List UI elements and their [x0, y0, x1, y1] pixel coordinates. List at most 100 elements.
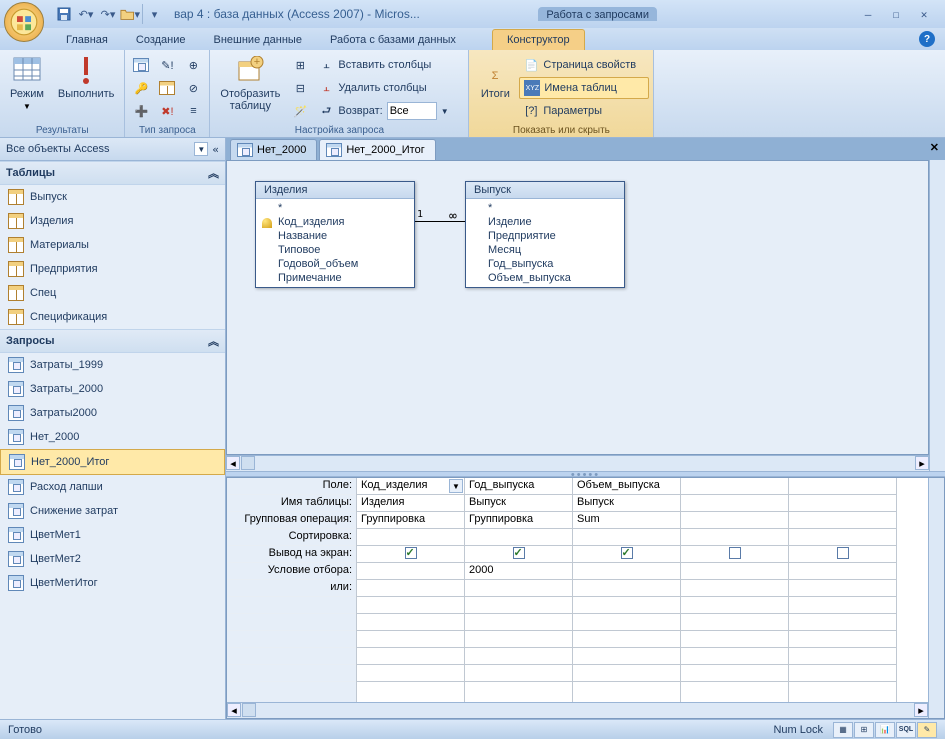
tab-create[interactable]: Создание: [122, 30, 200, 50]
table-box-vypusk[interactable]: Выпуск *ИзделиеПредприятиеМесяцГод_выпус…: [465, 181, 625, 288]
query-type-datadef-icon[interactable]: ≡: [181, 100, 205, 122]
nav-item-query[interactable]: Затраты_1999: [0, 353, 225, 377]
query-type-union-icon[interactable]: ⊕: [181, 54, 205, 76]
close-document-button[interactable]: ✕: [930, 141, 939, 154]
query-type-append-icon[interactable]: ➕: [129, 100, 153, 122]
nav-item-table[interactable]: Предприятия: [0, 257, 225, 281]
relationship-pane[interactable]: Изделия *Код_изделияНазваниеТиповоеГодов…: [226, 160, 929, 455]
query-type-select-icon[interactable]: [129, 54, 153, 76]
builder-button[interactable]: 🪄: [288, 100, 312, 122]
nav-group-tables[interactable]: Таблицы︽: [0, 161, 225, 185]
table-names-button[interactable]: XYZИмена таблиц: [519, 77, 649, 99]
property-sheet-button[interactable]: 📄Страница свойств: [519, 54, 649, 76]
doc-tab-1[interactable]: Нет_2000: [230, 139, 317, 160]
save-icon[interactable]: [54, 4, 74, 24]
nav-item-query[interactable]: Нет_2000_Итог: [0, 449, 225, 475]
nav-item-query[interactable]: Расход лапши: [0, 475, 225, 499]
show-table-button[interactable]: + Отобразить таблицу: [214, 52, 286, 114]
field-item[interactable]: Предприятие: [466, 229, 624, 243]
minimize-button[interactable]: —: [857, 6, 879, 22]
office-button[interactable]: [4, 2, 44, 42]
nav-group-queries[interactable]: Запросы︽: [0, 329, 225, 353]
nav-item-query[interactable]: Затраты_2000: [0, 377, 225, 401]
grid-column[interactable]: Объем_выпускаВыпускSum: [573, 478, 681, 702]
nav-collapse-button[interactable]: «: [212, 143, 219, 156]
close-button[interactable]: ✕: [913, 6, 935, 22]
field-item[interactable]: *: [466, 201, 624, 215]
nav-item-query[interactable]: ЦветМет1: [0, 523, 225, 547]
redo-icon[interactable]: ↷▾: [98, 4, 118, 24]
show-checkbox[interactable]: [405, 547, 417, 559]
nav-item-table[interactable]: Изделия: [0, 209, 225, 233]
delete-columns-button[interactable]: ⫠Удалить столбцы: [314, 77, 464, 99]
grid-column[interactable]: Код_изделия▼ИзделияГруппировка: [357, 478, 465, 702]
qat-menu-icon[interactable]: ▾: [142, 4, 162, 24]
grid-column[interactable]: [681, 478, 789, 702]
nav-item-query[interactable]: ЦветМет2: [0, 547, 225, 571]
tab-external-data[interactable]: Внешние данные: [200, 30, 316, 50]
run-button[interactable]: Выполнить: [52, 52, 120, 102]
field-item[interactable]: Название: [256, 229, 414, 243]
insert-columns-button[interactable]: ⫠Вставить столбцы: [314, 54, 464, 76]
titlebar: ↶▾ ↷▾ ▾ ▾ вар 4 : база данных (Access 20…: [0, 0, 945, 28]
view-design-icon[interactable]: ✎: [917, 722, 937, 738]
maximize-button[interactable]: ☐: [885, 6, 907, 22]
field-item[interactable]: Объем_выпуска: [466, 271, 624, 285]
nav-item-query[interactable]: ЦветМетИтог: [0, 571, 225, 595]
field-item[interactable]: *: [256, 201, 414, 215]
nav-filter-dropdown[interactable]: ▼: [194, 142, 208, 156]
nav-item-query[interactable]: Снижение затрат: [0, 499, 225, 523]
field-item[interactable]: Изделие: [466, 215, 624, 229]
tab-design[interactable]: Конструктор: [492, 29, 585, 50]
query-type-crosstab-icon[interactable]: [155, 77, 179, 99]
nav-header[interactable]: Все объекты Access ▼ «: [0, 138, 225, 161]
totals-button[interactable]: Σ Итоги: [473, 52, 517, 102]
open-icon[interactable]: ▾: [120, 4, 140, 24]
insert-rows-button[interactable]: ⊞: [288, 54, 312, 76]
field-item[interactable]: Год_выпуска: [466, 257, 624, 271]
view-pivotchart-icon[interactable]: 📊: [875, 722, 895, 738]
delete-rows-button[interactable]: ⊟: [288, 77, 312, 99]
show-checkbox[interactable]: [729, 547, 741, 559]
relationship-line[interactable]: [415, 221, 465, 222]
query-type-delete-icon[interactable]: ✖!: [155, 100, 179, 122]
nav-item-table[interactable]: Спецификация: [0, 305, 225, 329]
query-type-update-icon[interactable]: ✎!: [155, 54, 179, 76]
splitter[interactable]: [226, 471, 945, 477]
v-scrollbar-bottom[interactable]: [928, 478, 944, 718]
builder-icon: 🪄: [292, 103, 308, 119]
view-pivottable-icon[interactable]: ⊞: [854, 722, 874, 738]
nav-item-table[interactable]: Выпуск: [0, 185, 225, 209]
show-checkbox[interactable]: [621, 547, 633, 559]
show-checkbox[interactable]: [513, 547, 525, 559]
dropdown-icon[interactable]: ▼: [449, 479, 463, 493]
tab-database-tools[interactable]: Работа с базами данных: [316, 30, 470, 50]
field-item[interactable]: Примечание: [256, 271, 414, 285]
view-sql-icon[interactable]: SQL: [896, 722, 916, 738]
grid-column[interactable]: [789, 478, 897, 702]
show-checkbox[interactable]: [837, 547, 849, 559]
nav-item-table[interactable]: Спец: [0, 281, 225, 305]
undo-icon[interactable]: ↶▾: [76, 4, 96, 24]
field-item[interactable]: Типовое: [256, 243, 414, 257]
query-icon: [8, 429, 24, 445]
nav-item-query[interactable]: Нет_2000: [0, 425, 225, 449]
parameters-button[interactable]: [?]Параметры: [519, 100, 649, 122]
field-item[interactable]: Годовой_объем: [256, 257, 414, 271]
help-icon[interactable]: ?: [919, 31, 935, 47]
query-type-passthrough-icon[interactable]: ⊘: [181, 77, 205, 99]
view-button[interactable]: Режим ▼: [4, 52, 50, 113]
field-item[interactable]: Месяц: [466, 243, 624, 257]
view-datasheet-icon[interactable]: ▦: [833, 722, 853, 738]
nav-item-query[interactable]: Затраты2000: [0, 401, 225, 425]
nav-item-table[interactable]: Материалы: [0, 233, 225, 257]
field-item[interactable]: Код_изделия: [256, 215, 414, 229]
return-select[interactable]: [387, 102, 437, 120]
table-box-izdeliya[interactable]: Изделия *Код_изделияНазваниеТиповоеГодов…: [255, 181, 415, 288]
v-scrollbar-top[interactable]: [929, 160, 945, 471]
doc-tab-2[interactable]: Нет_2000_Итог: [319, 139, 435, 160]
grid-column[interactable]: Год_выпускаВыпускГруппировка2000: [465, 478, 573, 702]
h-scrollbar-bottom[interactable]: ◂ ▸: [227, 702, 928, 718]
query-type-maketable-icon[interactable]: 🔑: [129, 77, 153, 99]
tab-home[interactable]: Главная: [52, 30, 122, 50]
